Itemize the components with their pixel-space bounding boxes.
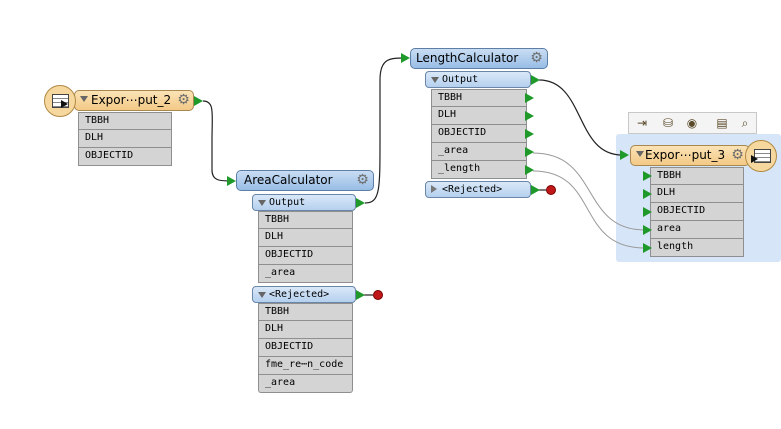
areacalculator-output-port-label[interactable]: Output bbox=[252, 194, 356, 211]
lengthcalculator-rejected-port-label[interactable]: <Rejected> bbox=[425, 181, 531, 198]
reader-feature-type-icon[interactable] bbox=[44, 85, 76, 117]
attribute-port-arrow[interactable] bbox=[525, 147, 534, 157]
writer-input-port[interactable] bbox=[620, 150, 629, 160]
lengthcalculator-input-port[interactable] bbox=[401, 53, 410, 63]
attribute-row: _area bbox=[431, 143, 527, 161]
attribute-port-arrow[interactable] bbox=[525, 129, 534, 139]
areacalculator-input-port[interactable] bbox=[227, 176, 236, 186]
lengthcalculator-output-arrow[interactable] bbox=[531, 75, 540, 85]
reader-output-port[interactable] bbox=[194, 96, 203, 106]
node-quick-toolbar: ⇥ ⛁ ◉ ▤ ⌕ bbox=[628, 112, 757, 134]
attribute-row: DLH bbox=[650, 185, 744, 203]
attribute-port-arrow[interactable] bbox=[525, 93, 534, 103]
cache-icon[interactable]: ⛁ bbox=[660, 116, 676, 131]
attribute-row: _length bbox=[431, 161, 527, 179]
attribute-row: OBJECTID bbox=[258, 339, 353, 357]
attribute-row: OBJECTID bbox=[78, 148, 172, 166]
gear-icon[interactable]: ⚙ bbox=[355, 173, 370, 188]
areacalculator-rejected-arrow[interactable] bbox=[356, 290, 365, 300]
attribute-row: TBBH bbox=[258, 303, 353, 321]
attribute-port-arrow[interactable] bbox=[643, 171, 652, 181]
attribute-port-arrow[interactable] bbox=[643, 225, 652, 235]
writer-title: Expor⋯put_3 bbox=[645, 148, 726, 162]
collapse-icon[interactable] bbox=[636, 151, 644, 157]
attribute-row: area bbox=[650, 221, 744, 239]
attribute-row: _area bbox=[258, 375, 353, 393]
attribute-row: _area bbox=[258, 265, 353, 283]
attribute-port-arrow[interactable] bbox=[643, 189, 652, 199]
areacalculator-rejected-port-label[interactable]: <Rejected> bbox=[252, 286, 356, 303]
areacalculator-title: AreaCalculator bbox=[244, 173, 333, 187]
attribute-port-arrow[interactable] bbox=[525, 165, 534, 175]
reader-title: Expor⋯put_2 bbox=[91, 93, 172, 107]
attribute-row: length bbox=[650, 239, 744, 257]
gear-icon[interactable]: ⚙ bbox=[176, 93, 191, 108]
areacalculator-output-arrow[interactable] bbox=[356, 198, 365, 208]
attribute-row: DLH bbox=[78, 130, 172, 148]
attribute-row: DLH bbox=[258, 229, 353, 247]
attribute-port-arrow[interactable] bbox=[643, 243, 652, 253]
attribute-row: OBJECTID bbox=[650, 203, 744, 221]
attribute-row: DLH bbox=[258, 321, 353, 339]
attribute-row: OBJECTID bbox=[258, 247, 353, 265]
attribute-row: TBBH bbox=[650, 167, 744, 185]
wire-length-attr-to-writer bbox=[532, 170, 646, 249]
inspect-icon[interactable]: ⇥ bbox=[634, 116, 650, 131]
open-folder-icon[interactable]: ▤ bbox=[714, 116, 730, 131]
lengthcalculator-header[interactable]: LengthCalculator ⚙ bbox=[410, 48, 548, 69]
attribute-port-arrow[interactable] bbox=[525, 111, 534, 121]
rejected-dot[interactable] bbox=[373, 290, 383, 300]
attribute-row: TBBH bbox=[78, 112, 172, 130]
rejected-dot[interactable] bbox=[546, 185, 556, 195]
attribute-row: DLH bbox=[431, 107, 527, 125]
gear-icon[interactable]: ⚙ bbox=[730, 148, 745, 163]
attribute-port-arrow[interactable] bbox=[643, 207, 652, 217]
wire-reader-to-areacalculator bbox=[202, 100, 234, 182]
attribute-row: TBBH bbox=[431, 89, 527, 107]
search-icon[interactable]: ⌕ bbox=[737, 116, 753, 131]
run-to-this-icon[interactable]: ◉ bbox=[684, 116, 700, 131]
lengthcalculator-rejected-arrow[interactable] bbox=[531, 185, 540, 195]
gear-icon[interactable]: ⚙ bbox=[529, 51, 544, 66]
collapse-icon[interactable] bbox=[80, 96, 88, 102]
reader-header[interactable]: Expor⋯put_2 ⚙ bbox=[74, 90, 194, 111]
writer-feature-type-icon[interactable] bbox=[745, 140, 777, 172]
wire-length-output-to-writer bbox=[538, 79, 623, 156]
areacalculator-header[interactable]: AreaCalculator ⚙ bbox=[236, 170, 374, 191]
lengthcalculator-output-port-label[interactable]: Output bbox=[425, 71, 531, 88]
attribute-row: OBJECTID bbox=[431, 125, 527, 143]
attribute-row: fme_re⋯n_code bbox=[258, 357, 353, 375]
writer-header[interactable]: Expor⋯put_3 ⚙ bbox=[630, 145, 750, 166]
attribute-row: TBBH bbox=[258, 211, 353, 229]
lengthcalculator-title: LengthCalculator bbox=[416, 51, 519, 65]
